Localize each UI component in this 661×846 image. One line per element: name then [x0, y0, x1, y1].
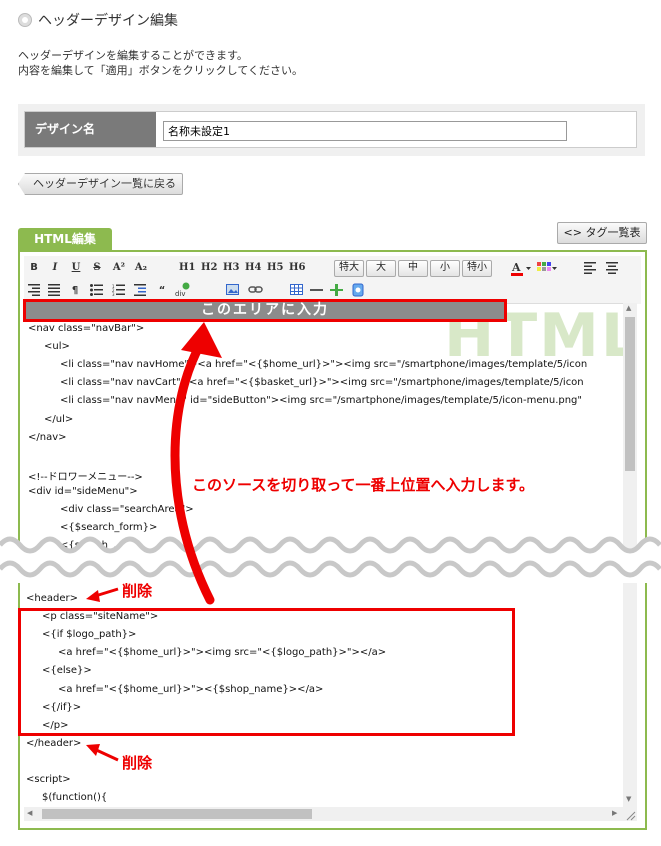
code-line: <!--ドロワーメニュー-->	[28, 471, 143, 483]
size-s-button[interactable]: 小	[430, 260, 460, 277]
code-line: <{$search_form}>	[60, 522, 158, 534]
align-center-icon[interactable]	[606, 262, 620, 274]
code-line: <li class="nav navCart"><a href="<{$bask…	[60, 377, 584, 389]
italic-button[interactable]: I	[49, 260, 61, 276]
h1-button[interactable]: H1	[179, 260, 195, 276]
scroll-up-icon[interactable]: ▲	[626, 304, 631, 312]
tag-list-button[interactable]: <> タグ一覧表	[557, 222, 647, 244]
horizontal-scroll-thumb[interactable]	[42, 809, 312, 819]
wave-break	[0, 536, 661, 583]
h2-button[interactable]: H2	[201, 260, 217, 276]
svg-text:A: A	[511, 261, 521, 274]
svg-text:div: div	[175, 290, 186, 298]
h6-button[interactable]: H6	[289, 260, 305, 276]
page-description: ヘッダーデザインを編集することができます。 内容を編集して「適用」ボタンをクリッ…	[18, 48, 303, 78]
paragraph-icon[interactable]: ¶	[68, 283, 82, 299]
code-line: </nav>	[28, 431, 67, 443]
code-line: <ul>	[44, 341, 70, 353]
instruction-text: このソースを切り取って一番上位置へ入力します。	[192, 476, 535, 494]
text-color-icon[interactable]: A	[510, 260, 532, 276]
size-xl-button[interactable]: 特大	[334, 260, 364, 277]
input-area-banner: このエリアに入力	[23, 299, 507, 322]
horizontal-scrollbar[interactable]: ◀ ▶	[24, 807, 623, 821]
bold-button[interactable]: B	[28, 260, 40, 276]
page-title: ヘッダーデザイン編集	[18, 10, 178, 30]
delete-label-2: 削除	[122, 754, 153, 772]
bullet-list-icon[interactable]	[90, 284, 104, 296]
quote-icon[interactable]: “	[156, 283, 168, 299]
code-line: <div id="sideMenu">	[28, 485, 138, 497]
align-right-icon[interactable]	[28, 284, 42, 296]
bg-color-icon[interactable]	[536, 260, 558, 276]
header-source-box	[18, 608, 515, 736]
link-icon[interactable]	[248, 284, 264, 296]
code-line: <header>	[26, 593, 78, 604]
vertical-scroll-thumb[interactable]	[625, 317, 635, 471]
code-line: </header>	[26, 737, 82, 749]
scroll-down-icon[interactable]: ▼	[626, 795, 631, 803]
flash-icon[interactable]	[352, 283, 364, 297]
underline-button[interactable]: U	[70, 260, 82, 276]
align-left-icon[interactable]	[584, 262, 598, 274]
design-name-form: デザイン名	[18, 104, 645, 156]
separator-icon[interactable]	[330, 284, 344, 296]
editor-toolbar: B I U S A² A₂ H1 H2 H3 H4 H5 H6 特大 大 中 小…	[24, 256, 641, 304]
size-m-button[interactable]: 中	[398, 260, 428, 277]
horizontal-rule-icon[interactable]	[310, 284, 324, 296]
superscript-button[interactable]: A²	[112, 260, 126, 276]
image-insert-icon[interactable]	[226, 284, 240, 296]
design-name-input[interactable]	[163, 121, 567, 141]
size-xs-button[interactable]: 特小	[462, 260, 492, 277]
delete-label-1: 削除	[122, 582, 153, 600]
back-to-list-button[interactable]: ヘッダーデザイン一覧に戻る	[18, 173, 183, 195]
scroll-left-icon[interactable]: ◀	[27, 809, 32, 817]
code-line: <script>	[26, 774, 71, 785]
code-line: </ul>	[44, 413, 74, 425]
h4-button[interactable]: H4	[245, 260, 261, 276]
indent-icon[interactable]	[134, 284, 148, 296]
radio-bullet-icon	[18, 13, 32, 27]
description-line-2: 内容を編集して「適用」ボタンをクリックしてください。	[18, 64, 304, 77]
resize-handle-icon[interactable]	[623, 807, 637, 821]
code-line: <div class="searchArea">	[60, 504, 194, 515]
description-line-1: ヘッダーデザインを編集することができます。	[18, 49, 248, 62]
size-l-button[interactable]: 大	[366, 260, 396, 277]
div-insert-icon[interactable]: div	[174, 282, 192, 298]
subscript-button[interactable]: A₂	[134, 260, 148, 276]
code-line: <li class="nav navHome"><a href="<{$home…	[60, 359, 588, 371]
align-justify-icon[interactable]	[48, 284, 62, 296]
scroll-right-icon[interactable]: ▶	[612, 809, 617, 817]
code-line: $(function(){	[42, 792, 108, 804]
code-line: <nav class="navBar">	[28, 323, 145, 334]
table-icon[interactable]	[290, 284, 304, 296]
svg-text:3: 3	[112, 292, 115, 296]
strike-button[interactable]: S	[91, 260, 103, 276]
numbered-list-icon[interactable]: 1 2 3	[112, 284, 126, 296]
h5-button[interactable]: H5	[267, 260, 283, 276]
h3-button[interactable]: H3	[223, 260, 239, 276]
tab-html-edit[interactable]: HTML編集	[18, 228, 112, 250]
code-line: <li class="nav navMenu" id="sideButton">…	[60, 395, 583, 407]
design-name-label: デザイン名	[25, 112, 156, 147]
